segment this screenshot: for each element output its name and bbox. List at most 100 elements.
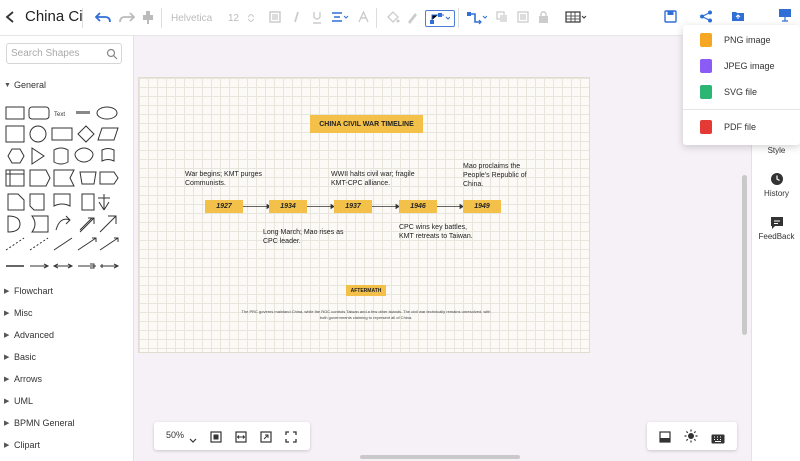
- history-label[interactable]: History: [752, 189, 800, 198]
- line-color-icon[interactable]: [406, 11, 418, 24]
- arrange-back-icon[interactable]: [517, 11, 529, 23]
- section-misc[interactable]: ▶ Misc: [4, 308, 33, 318]
- text-shape-label: Text: [54, 112, 65, 118]
- theme-icon[interactable]: [684, 429, 698, 448]
- section-arrows[interactable]: ▶ Arrows: [4, 374, 42, 384]
- menu-divider: [683, 109, 800, 110]
- caret-down-icon: ▼: [4, 81, 11, 89]
- document-title[interactable]: China Ci: [25, 8, 83, 25]
- menu-item-label: JPEG image: [724, 61, 775, 71]
- vertical-scrollbar[interactable]: [742, 175, 747, 335]
- fit-icon[interactable]: [260, 430, 272, 448]
- fill-color-icon[interactable]: [386, 11, 400, 24]
- table-icon[interactable]: [565, 11, 587, 23]
- waypoints-icon[interactable]: [467, 11, 487, 25]
- divider: [458, 8, 459, 28]
- section-label: Flowchart: [14, 286, 54, 296]
- underline-icon[interactable]: [312, 11, 322, 24]
- menu-item-label: PDF file: [724, 122, 757, 132]
- horizontal-scrollbar[interactable]: [360, 455, 520, 459]
- jpeg-file-icon: [700, 59, 712, 73]
- view-toolbar: [647, 422, 737, 450]
- arrange-front-icon[interactable]: [496, 11, 508, 23]
- align-icon[interactable]: [331, 11, 349, 23]
- section-label: Basic: [14, 352, 37, 362]
- section-bpmn-general[interactable]: ▶ BPMN General: [4, 418, 75, 428]
- presentation-icon[interactable]: [778, 8, 792, 22]
- export-menu: PNG image JPEG image SVG file PDF file: [683, 25, 800, 145]
- fit-page-icon[interactable]: [210, 430, 222, 448]
- divider: [161, 8, 162, 28]
- section-advanced[interactable]: ▶ Advanced: [4, 330, 54, 340]
- section-general[interactable]: ▼ General: [4, 80, 46, 90]
- section-uml[interactable]: ▶ UML: [4, 396, 33, 406]
- font-size-spinner-icon[interactable]: [248, 14, 254, 22]
- timeline-note[interactable]: CPC wins key battles, KMT retreats to Ta…: [399, 223, 481, 241]
- diagram-canvas[interactable]: CHINA CIVIL WAR TIMELINE War begins; KMT…: [134, 36, 751, 461]
- connector-icon: [430, 12, 450, 25]
- caret-right-icon: ▶: [4, 288, 10, 295]
- menu-item-label: SVG file: [724, 87, 758, 97]
- section-label: UML: [14, 396, 34, 406]
- menu-item-label: PNG image: [724, 35, 771, 45]
- save-icon[interactable]: [664, 10, 677, 23]
- style-label[interactable]: Style: [752, 146, 800, 155]
- shape-palette[interactable]: Text: [4, 102, 122, 272]
- caret-right-icon: ▶: [4, 398, 10, 405]
- bold-icon[interactable]: [269, 11, 281, 23]
- png-file-icon: [700, 33, 712, 47]
- caret-right-icon: ▶: [4, 376, 10, 383]
- export-svg-item[interactable]: SVG file: [683, 81, 800, 103]
- app: China Ci Helvetica 12 Search Shapes ▼ Ge…: [0, 0, 800, 461]
- export-png-item[interactable]: PNG image: [683, 29, 800, 51]
- font-size-select[interactable]: 12: [228, 13, 239, 24]
- search-icon[interactable]: [106, 47, 118, 65]
- search-box: [6, 43, 122, 64]
- lock-icon[interactable]: [538, 10, 549, 23]
- toolbar: China Ci Helvetica 12: [0, 0, 800, 36]
- year-box[interactable]: 1949: [463, 200, 501, 213]
- undo-icon[interactable]: [95, 10, 111, 24]
- section-general-label: General: [14, 80, 47, 90]
- section-label: Advanced: [14, 330, 55, 340]
- section-label: Misc: [14, 308, 33, 318]
- italic-icon[interactable]: [292, 11, 302, 23]
- aftermath-label[interactable]: AFTERMATH: [346, 285, 386, 296]
- zoom-level[interactable]: 50%: [166, 430, 184, 440]
- caret-right-icon: ▶: [4, 354, 10, 361]
- timeline-note[interactable]: Long March; Mao rises as CPC leader.: [263, 228, 345, 246]
- back-icon[interactable]: [4, 10, 16, 24]
- general-shapes-grid: Text: [4, 102, 122, 277]
- year-box[interactable]: 1927: [205, 200, 243, 213]
- section-label: BPMN General: [14, 418, 75, 428]
- zoom-chevron-down-icon[interactable]: [189, 431, 197, 449]
- search-shapes-input[interactable]: [11, 46, 107, 61]
- aftermath-summary[interactable]: The PRC governs mainland China, while th…: [239, 309, 493, 320]
- outline-icon[interactable]: [659, 430, 671, 448]
- share-icon[interactable]: [699, 10, 713, 23]
- font-family-select[interactable]: Helvetica: [171, 13, 212, 24]
- section-flowchart[interactable]: ▶ Flowchart: [4, 286, 53, 296]
- font-color-icon[interactable]: [358, 11, 369, 23]
- caret-right-icon: ▶: [4, 332, 10, 339]
- export-pdf-item[interactable]: PDF file: [683, 116, 800, 138]
- divider: [82, 8, 83, 28]
- keyboard-icon[interactable]: [711, 431, 725, 449]
- fullscreen-icon[interactable]: [285, 430, 297, 448]
- format-painter-icon[interactable]: [142, 10, 154, 24]
- caret-right-icon: ▶: [4, 420, 10, 427]
- year-box[interactable]: 1946: [399, 200, 437, 213]
- redo-icon[interactable]: [119, 10, 135, 24]
- section-clipart[interactable]: ▶ Clipart: [4, 440, 40, 450]
- year-box[interactable]: 1934: [269, 200, 307, 213]
- export-jpeg-item[interactable]: JPEG image: [683, 55, 800, 77]
- section-basic[interactable]: ▶ Basic: [4, 352, 36, 362]
- year-box[interactable]: 1937: [334, 200, 372, 213]
- diagram-page[interactable]: CHINA CIVIL WAR TIMELINE War begins; KMT…: [138, 77, 590, 353]
- caret-right-icon: ▶: [4, 310, 10, 317]
- section-label: Clipart: [14, 440, 41, 450]
- feedback-label[interactable]: FeedBack: [752, 232, 800, 241]
- fit-width-icon[interactable]: [235, 430, 247, 448]
- svg-file-icon: [700, 85, 712, 99]
- export-folder-icon[interactable]: [731, 10, 745, 22]
